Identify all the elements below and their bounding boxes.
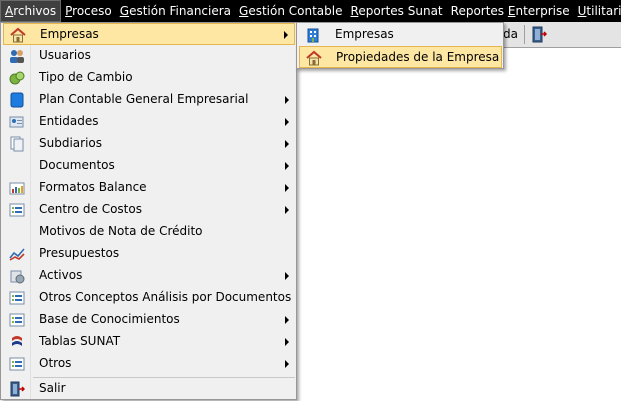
menu-item-label: Usuarios <box>39 48 91 62</box>
menu-gestion-financiera-label: Gestión Financiera <box>119 4 232 18</box>
chevron-right-icon <box>285 118 289 126</box>
list-icon <box>9 202 25 218</box>
menu-item-label: Empresas <box>40 27 99 41</box>
submenu-item-label: Propiedades de la Empresa <box>336 50 500 64</box>
bar-chart-icon <box>9 180 25 196</box>
menu-item-label: Subdiarios <box>39 136 103 150</box>
menu-item-label: Formatos Balance <box>39 180 147 194</box>
menu-item-label: Entidades <box>39 114 99 128</box>
exchange-icon <box>9 70 25 86</box>
menu-item-otros[interactable]: Otros <box>3 353 295 375</box>
house-icon <box>10 27 26 43</box>
menu-item-label: Documentos <box>39 158 115 172</box>
menu-reportes-sunat[interactable]: Reportes Sunat <box>347 0 447 22</box>
book-icon <box>9 92 25 108</box>
menu-gestion-financiera[interactable]: Gestión Financiera <box>116 0 235 22</box>
menu-item-label: Base de Conocimientos <box>39 312 180 326</box>
menu-item-label: Tablas SUNAT <box>39 334 121 348</box>
menu-item-formatos-balance[interactable]: Formatos Balance <box>3 177 295 199</box>
list-icon <box>9 356 25 372</box>
menu-gestion-contable-label: Gestión Contable <box>239 4 343 18</box>
building-icon <box>305 27 321 43</box>
chevron-right-icon <box>285 162 289 170</box>
chevron-right-icon <box>285 338 289 346</box>
sunat-logo-icon <box>9 334 25 350</box>
menu-utilitarios[interactable]: Utilitarios <box>574 0 621 22</box>
chevron-right-icon <box>285 360 289 368</box>
menu-archivos[interactable]: Archivos <box>0 0 62 22</box>
users-icon <box>9 48 25 64</box>
menu-item-label: Otros Conceptos Análisis por Documentos <box>39 290 292 304</box>
chevron-right-icon <box>284 31 288 39</box>
toolbar-separator <box>524 25 525 44</box>
menu-item-label: Activos <box>39 268 83 282</box>
exit-door-icon <box>9 381 25 397</box>
menu-reportes-enterprise[interactable]: Reportes Enterprise <box>447 0 574 22</box>
menu-item-label: Salir <box>39 381 66 395</box>
menu-item-otros-conceptos[interactable]: Otros Conceptos Análisis por Documentos <box>3 287 295 309</box>
chevron-right-icon <box>285 140 289 148</box>
empresas-submenu: Empresas Propiedades de la Empresa <box>296 22 504 69</box>
chevron-right-icon <box>285 96 289 104</box>
menu-item-label: Tipo de Cambio <box>39 70 133 84</box>
menu-item-tablas-sunat[interactable]: Tablas SUNAT <box>3 331 295 353</box>
submenu-item-empresas[interactable]: Empresas <box>299 24 502 46</box>
menu-item-documentos[interactable]: Documentos <box>3 155 295 177</box>
submenu-item-label: Empresas <box>335 27 394 41</box>
menu-item-label: Plan Contable General Empresarial <box>39 92 249 106</box>
menu-item-label: Presupuestos <box>39 246 120 260</box>
menu-item-centro-de-costos[interactable]: Centro de Costos <box>3 199 295 221</box>
menu-item-usuarios[interactable]: Usuarios <box>3 45 295 67</box>
toolbar-partial-label[interactable]: da <box>503 27 518 41</box>
menu-item-motivos-nota-credito[interactable]: Motivos de Nota de Crédito <box>3 221 295 243</box>
menu-item-label: Centro de Costos <box>39 202 142 216</box>
menu-archivos-label: Archivos <box>5 4 57 18</box>
chevron-right-icon <box>285 316 289 324</box>
menu-item-label: Otros <box>39 356 72 370</box>
menu-item-tipo-de-cambio[interactable]: Tipo de Cambio <box>3 67 295 89</box>
list-icon <box>9 290 25 306</box>
chevron-right-icon <box>285 272 289 280</box>
asset-icon <box>9 268 25 284</box>
menu-bar: Archivos Proceso Gestión Financiera Gest… <box>0 0 621 22</box>
chevron-right-icon <box>285 206 289 214</box>
menu-item-subdiarios[interactable]: Subdiarios <box>3 133 295 155</box>
menu-gestion-contable[interactable]: Gestión Contable <box>235 0 346 22</box>
archivos-dropdown: Empresas Usuarios Tipo de Cambio Plan Co… <box>0 22 297 400</box>
menu-proceso[interactable]: Proceso <box>61 0 116 22</box>
trend-chart-icon <box>9 246 25 262</box>
menu-item-empresas[interactable]: Empresas <box>3 23 295 45</box>
menu-item-presupuestos[interactable]: Presupuestos <box>3 243 295 265</box>
submenu-item-propiedades-empresa[interactable]: Propiedades de la Empresa <box>299 46 502 68</box>
menu-item-entidades[interactable]: Entidades <box>3 111 295 133</box>
house-icon <box>306 50 322 66</box>
menu-item-label: Motivos de Nota de Crédito <box>39 224 203 238</box>
entity-card-icon <box>9 114 25 130</box>
menu-reportes-sunat-label: Reportes Sunat <box>350 4 443 18</box>
menu-item-activos[interactable]: Activos <box>3 265 295 287</box>
menu-item-base-conocimientos[interactable]: Base de Conocimientos <box>3 309 295 331</box>
chevron-right-icon <box>285 184 289 192</box>
menu-proceso-label: Proceso <box>65 4 112 18</box>
exit-door-icon[interactable] <box>530 25 548 44</box>
documents-icon <box>9 136 25 152</box>
list-icon <box>9 312 25 328</box>
menu-reportes-enterprise-label: Reportes Enterprise <box>450 4 570 18</box>
menu-item-salir[interactable]: Salir <box>3 378 295 400</box>
menu-utilitarios-label: Utilitarios <box>577 4 621 18</box>
menu-item-plan-contable[interactable]: Plan Contable General Empresarial <box>3 89 295 111</box>
